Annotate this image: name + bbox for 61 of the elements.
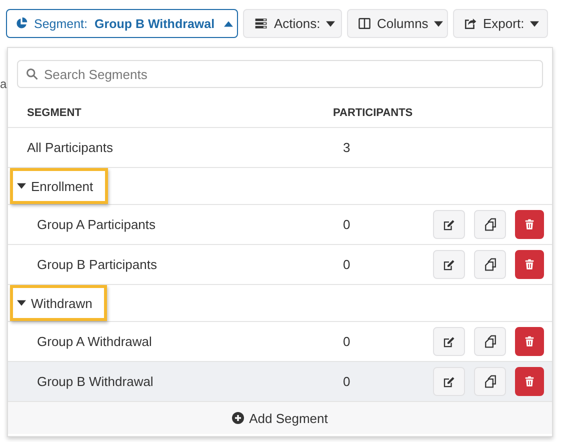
edit-button[interactable] — [433, 327, 465, 356]
search-field[interactable]: Search Segments — [17, 60, 543, 88]
list-icon — [254, 17, 268, 30]
caret-icon — [326, 20, 336, 26]
plus-icon — [232, 412, 244, 424]
delete-button[interactable] — [515, 210, 544, 239]
copy-icon — [484, 335, 496, 348]
segment-name: Group B Withdrawal — [36, 374, 154, 389]
group-header[interactable]: Enrollment — [10, 168, 108, 204]
segment-dropdown[interactable]: Segment: Group B Withdrawal — [6, 9, 238, 38]
add-segment-button[interactable]: Add Segment — [228, 408, 332, 428]
copy-icon — [484, 218, 496, 231]
toolbar-button[interactable]: Export: — [453, 9, 548, 38]
segment-name: Group A Participants — [36, 217, 157, 232]
segment-row[interactable]: Group B Participants 0 — [8, 245, 552, 285]
delete-button[interactable] — [515, 367, 544, 396]
delete-button[interactable] — [515, 250, 544, 279]
caret-icon — [224, 20, 233, 26]
delete-button[interactable] — [515, 327, 544, 356]
copy-icon — [484, 375, 496, 388]
participant-count: 0 — [342, 334, 352, 349]
duplicate-button[interactable] — [474, 327, 506, 356]
participant-count: 3 — [342, 140, 352, 155]
column-header: PARTICIPANTS — [333, 106, 414, 118]
toolbar-button[interactable]: Actions: — [243, 9, 342, 38]
trash-icon — [524, 376, 535, 387]
edit-icon — [443, 258, 455, 270]
pie-chart-icon — [15, 17, 28, 30]
column-header: SEGMENT — [26, 106, 82, 118]
toolbar-button[interactable]: Columns — [347, 9, 448, 38]
text-fragment: a — [0, 77, 7, 91]
segment-name: Group A Withdrawal — [36, 334, 153, 349]
copy-icon — [484, 258, 496, 271]
search-icon — [26, 68, 38, 80]
edit-button[interactable] — [433, 367, 465, 396]
segment-name: Group B Participants — [36, 257, 158, 272]
edit-icon — [443, 336, 455, 348]
trash-icon — [524, 259, 535, 270]
segment-name: All Participants — [26, 140, 114, 155]
group-header[interactable]: Withdrawn — [10, 285, 108, 321]
edit-button[interactable] — [433, 250, 465, 279]
trash-icon — [524, 336, 535, 347]
caret-icon — [530, 20, 540, 26]
participant-count: 0 — [342, 257, 352, 272]
segment-row[interactable]: Group B Withdrawal 0 — [8, 362, 552, 402]
caret-icon — [17, 300, 26, 306]
duplicate-button[interactable] — [474, 367, 506, 396]
edit-button[interactable] — [433, 210, 465, 239]
participant-count: 0 — [342, 217, 352, 232]
caret-icon — [17, 183, 26, 189]
share-icon — [464, 17, 477, 30]
duplicate-button[interactable] — [474, 250, 506, 279]
edit-icon — [443, 218, 455, 230]
columns-icon — [358, 17, 371, 30]
participant-count: 0 — [342, 374, 352, 389]
segment-row[interactable]: Group A Participants 0 — [8, 205, 552, 245]
segment-row[interactable]: All Participants 3 — [8, 128, 552, 168]
trash-icon — [524, 219, 535, 230]
caret-icon — [434, 20, 444, 26]
edit-icon — [443, 376, 455, 388]
duplicate-button[interactable] — [474, 210, 506, 239]
